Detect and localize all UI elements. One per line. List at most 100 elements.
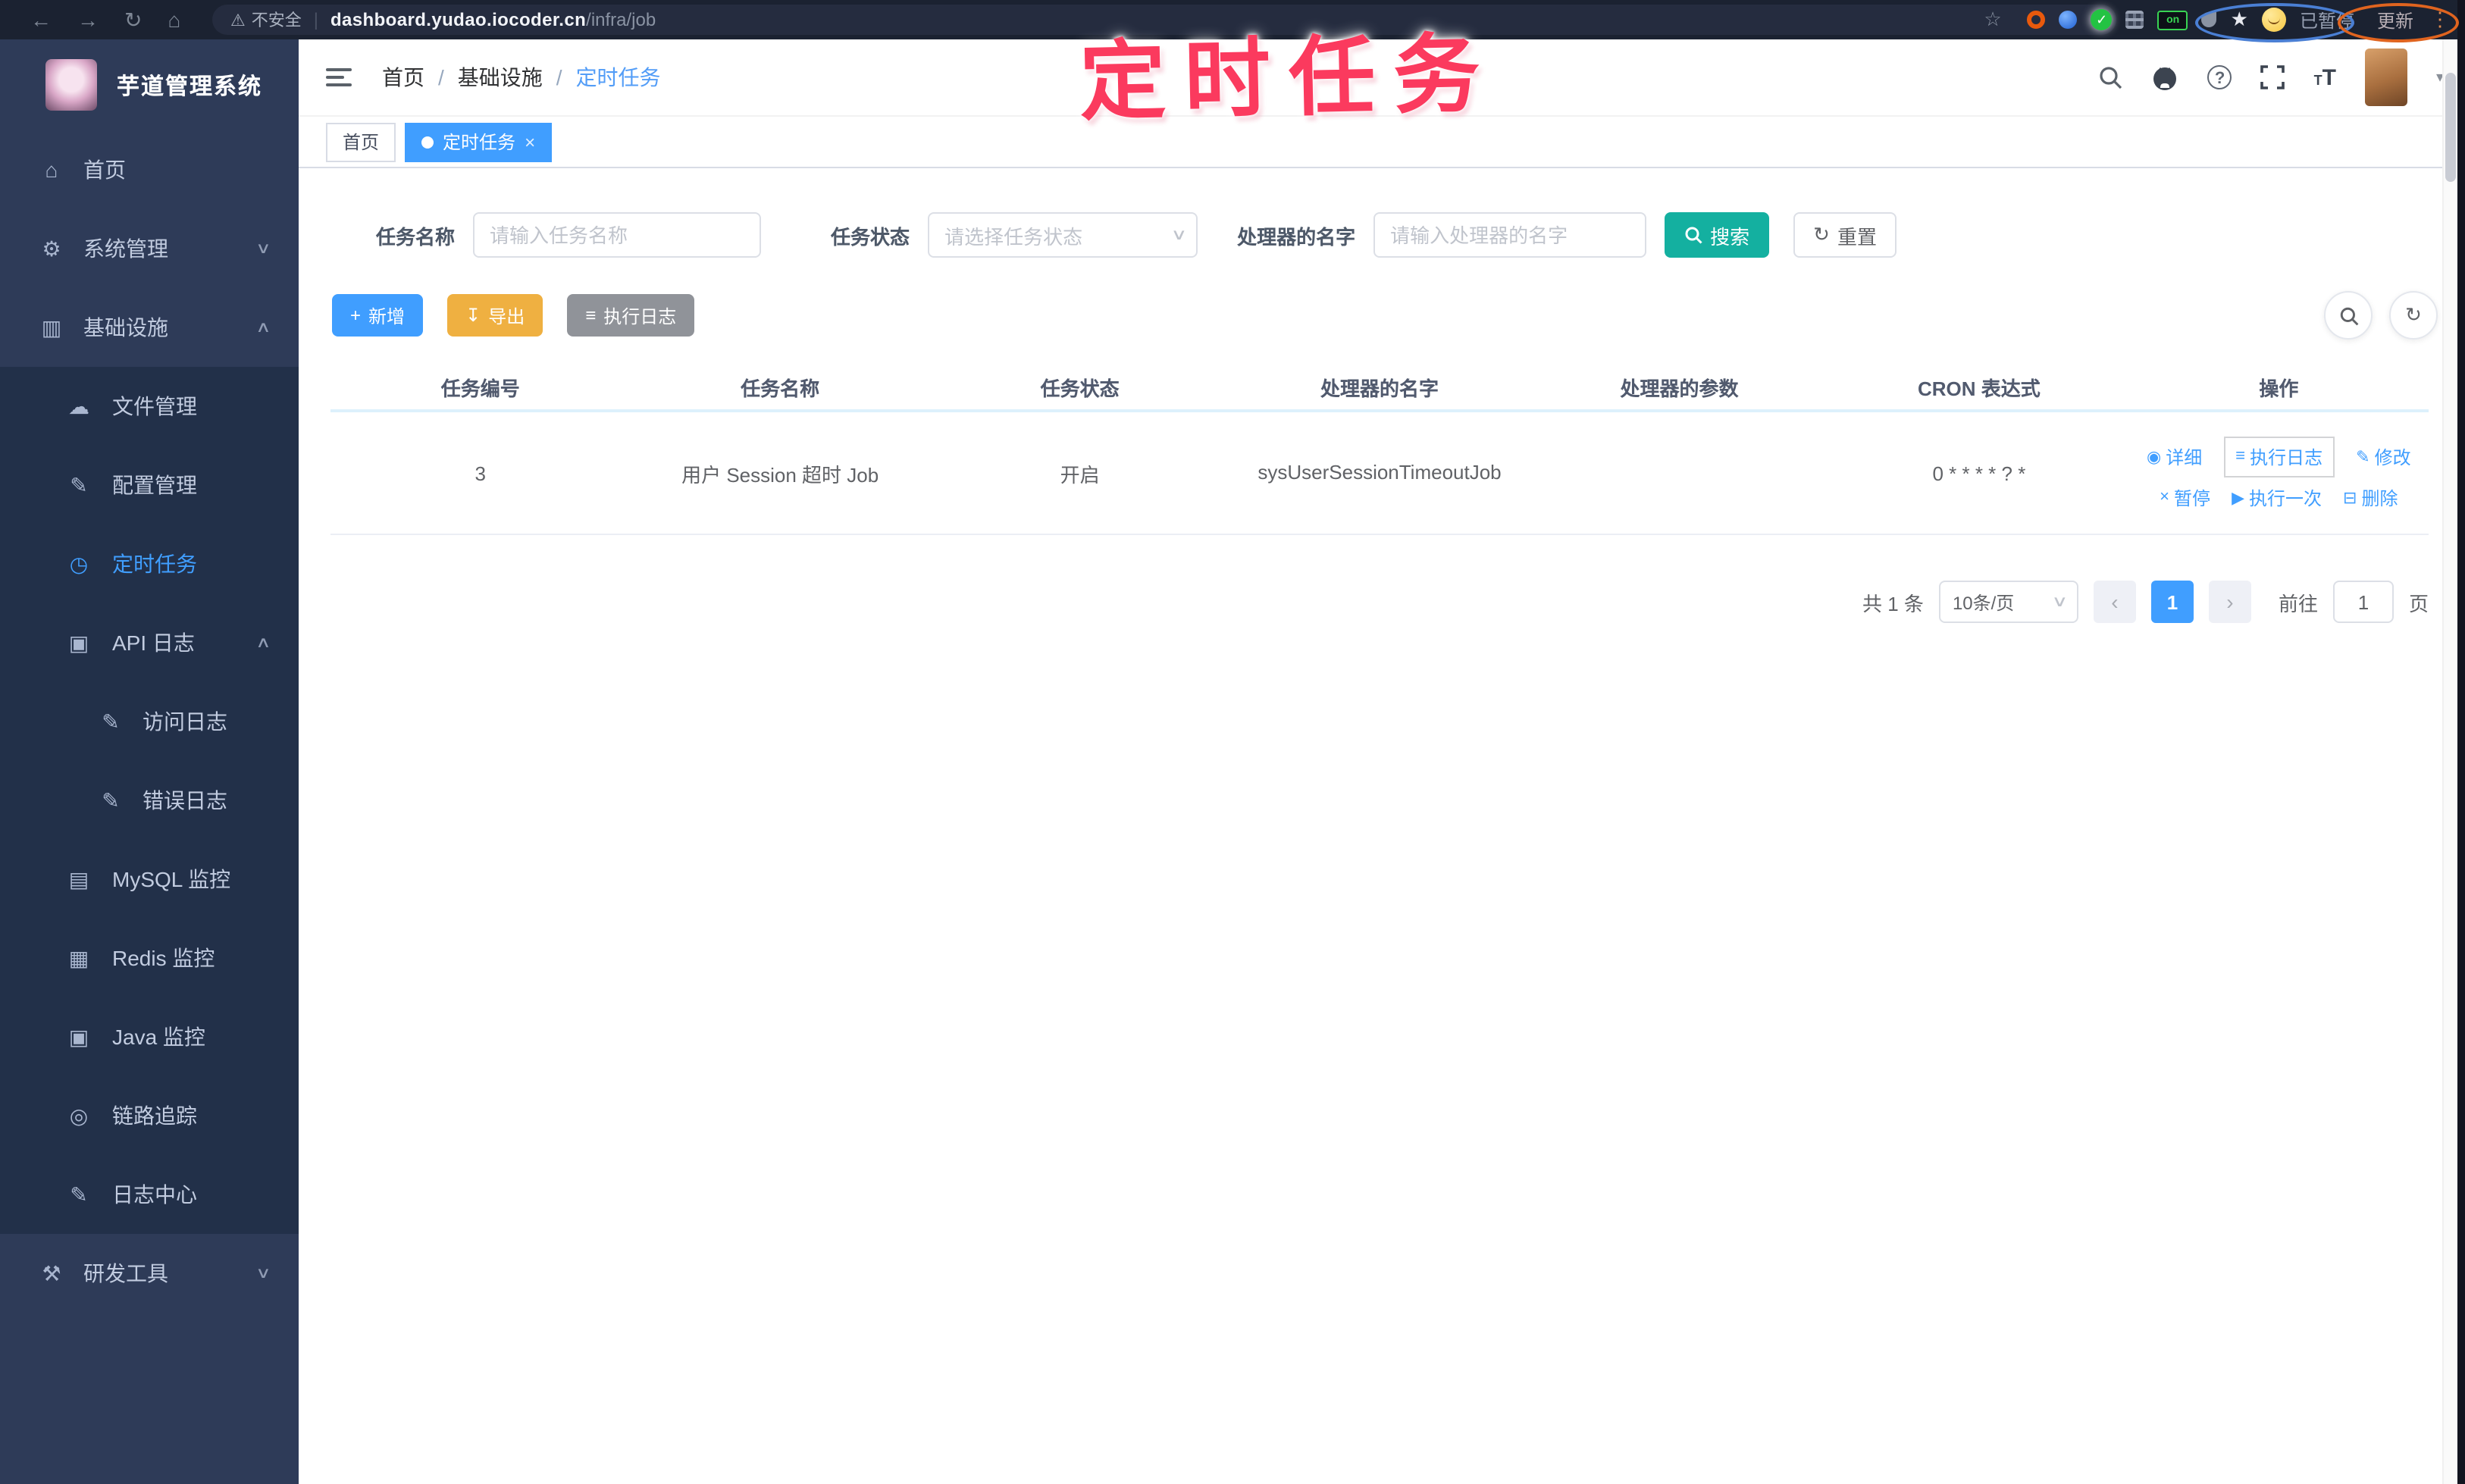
sidebar-item-mysql-monitor[interactable]: ▤ MySQL 监控	[0, 840, 299, 919]
chevron-up-icon: ∧	[255, 634, 271, 651]
sidebar-item-label: Java 监控	[112, 1025, 205, 1049]
reset-button[interactable]: ↻ 重置	[1793, 212, 1897, 258]
pause-link[interactable]: × 暂停	[2160, 484, 2210, 510]
sidebar-item-infra[interactable]: ▥ 基础设施 ∧	[0, 288, 299, 367]
app-shell: 芋道管理系统 ⌂ 首页 ⚙ 系统管理 ∨ ▥ 基础设施 ∧ ☁ 文件管理 ✎ 配…	[0, 39, 2465, 1484]
sidebar-item-system[interactable]: ⚙ 系统管理 ∨	[0, 209, 299, 288]
breadcrumb: 首页 / 基础设施 / 定时任务	[382, 62, 661, 92]
scrollbar-thumb[interactable]	[2445, 73, 2456, 182]
back-icon[interactable]: ←	[30, 9, 52, 30]
sidebar-item-label: 访问日志	[143, 709, 227, 734]
security-warning[interactable]: ⚠ 不安全	[230, 8, 302, 32]
tab-close-icon[interactable]: ×	[525, 131, 535, 152]
logo-avatar	[45, 59, 97, 111]
execution-log-button[interactable]: ≡ 执行日志	[567, 294, 695, 337]
tab-label: 定时任务	[443, 132, 516, 153]
cell-handler-name: sysUserSessionTimeoutJob	[1258, 460, 1502, 484]
home-icon[interactable]: ⌂	[168, 9, 180, 30]
col-handler-params: 处理器的参数	[1620, 377, 1739, 399]
annotation-title: 定时任务	[1078, 26, 1499, 132]
cell-job-status: 开启	[1060, 463, 1100, 486]
pagination: 共 1 条 10条/页 ∨ ‹ 1 › 前往 页	[299, 581, 2429, 623]
help-icon[interactable]: ?	[2207, 65, 2232, 89]
cell-actions: ◉ 详细 ≡ 执行日志 ✎ 修改 × 暂停 ▶ 执行一次 ⊟ 删除	[2129, 428, 2429, 518]
job-name-input[interactable]	[473, 212, 762, 258]
export-button[interactable]: ↧ 导出	[447, 294, 543, 337]
add-button[interactable]: + 新增	[332, 294, 424, 337]
plus-icon: +	[350, 305, 362, 326]
row-execution-log-link[interactable]: ≡ 执行日志	[2223, 436, 2335, 477]
toggle-search-button[interactable]	[2324, 291, 2373, 340]
extension-on-badge[interactable]: on	[2157, 10, 2188, 30]
sidebar-item-scheduled-job[interactable]: ◷ 定时任务	[0, 524, 299, 603]
next-page-button[interactable]: ›	[2208, 581, 2251, 623]
forward-icon[interactable]: →	[77, 9, 99, 30]
extension-orange-icon[interactable]	[2027, 11, 2046, 29]
sidebar-item-home[interactable]: ⌂ 首页	[0, 130, 299, 209]
col-job-status: 任务状态	[1040, 377, 1120, 399]
avatar[interactable]	[2364, 49, 2407, 106]
prev-page-button[interactable]: ‹	[2093, 581, 2136, 623]
edit-icon: ✎	[70, 472, 88, 496]
sidebar: 芋道管理系统 ⌂ 首页 ⚙ 系统管理 ∨ ▥ 基础设施 ∧ ☁ 文件管理 ✎ 配…	[0, 39, 299, 1484]
sidebar-item-java-monitor[interactable]: ▣ Java 监控	[0, 997, 299, 1076]
github-icon[interactable]	[2152, 64, 2179, 90]
extension-green-check-icon[interactable]: ✓	[2091, 9, 2113, 30]
page-size-select[interactable]: 10条/页 ∨	[1938, 581, 2078, 623]
active-dot	[421, 136, 434, 148]
sidebar-item-file-manage[interactable]: ☁ 文件管理	[0, 367, 299, 446]
table-row: 3 用户 Session 超时 Job 开启 sysUserSessionTim…	[330, 412, 2429, 535]
breadcrumb-infra[interactable]: 基础设施	[458, 62, 543, 92]
sidebar-item-log-center[interactable]: ✎ 日志中心	[0, 1155, 299, 1234]
url-host: dashboard.yudao.iocoder.cn	[330, 9, 587, 30]
detail-link[interactable]: ◉ 详细	[2147, 443, 2202, 469]
fullscreen-icon[interactable]	[2260, 65, 2285, 89]
breadcrumb-separator: /	[438, 65, 444, 89]
run-once-link[interactable]: ▶ 执行一次	[2232, 484, 2322, 510]
sidebar-toggle-icon[interactable]	[326, 68, 352, 86]
tab-scheduled-job[interactable]: 定时任务 ×	[405, 122, 553, 161]
table-header: 任务编号 任务名称 任务状态 处理器的名字 处理器的参数 CRON 表达式 操作	[330, 364, 2429, 409]
annotation-circle-update	[2338, 3, 2459, 42]
select-placeholder: 请选择任务状态	[944, 225, 1083, 248]
reload-icon[interactable]: ↻	[124, 9, 142, 30]
sidebar-item-error-log[interactable]: ✎ 错误日志	[0, 761, 299, 840]
extension-blue-icon[interactable]	[2059, 11, 2078, 29]
add-button-label: 新增	[368, 305, 406, 327]
col-actions: 操作	[2259, 377, 2299, 399]
sidebar-item-label: 日志中心	[112, 1182, 197, 1207]
job-status-select[interactable]: 请选择任务状态 ∨	[928, 212, 1198, 258]
error-log-icon: ✎	[102, 787, 120, 812]
table-tools: ↻	[2324, 291, 2438, 340]
tab-home[interactable]: 首页	[326, 122, 396, 161]
annotation-circle-paused	[2195, 3, 2354, 42]
sidebar-item-redis-monitor[interactable]: ▦ Redis 监控	[0, 919, 299, 997]
navbar-actions: ? TT ▾	[2099, 39, 2444, 115]
scrollbar[interactable]	[2442, 39, 2457, 1484]
extension-grid-icon[interactable]	[2125, 11, 2144, 29]
chevron-down-icon: ∨	[255, 240, 271, 257]
breadcrumb-home[interactable]: 首页	[382, 62, 424, 92]
sidebar-item-config-manage[interactable]: ✎ 配置管理	[0, 446, 299, 524]
col-job-name: 任务名称	[741, 377, 820, 399]
warning-icon: ⚠	[230, 11, 246, 30]
sidebar-item-label: Redis 监控	[112, 946, 215, 970]
search-button[interactable]: 搜索	[1665, 212, 1770, 258]
bookmark-star-icon[interactable]: ☆	[1984, 8, 2001, 32]
sidebar-item-access-log[interactable]: ✎ 访问日志	[0, 682, 299, 761]
current-page-button[interactable]: 1	[2150, 581, 2194, 623]
delete-link[interactable]: ⊟ 删除	[2343, 484, 2398, 510]
handler-name-input[interactable]	[1373, 212, 1647, 258]
search-button-label: 搜索	[1710, 225, 1750, 248]
sidebar-item-dev-tools[interactable]: ⚒ 研发工具 ∨	[0, 1234, 299, 1313]
refresh-button[interactable]: ↻	[2389, 291, 2438, 340]
search-icon[interactable]	[2099, 65, 2123, 89]
security-label: 不安全	[251, 12, 302, 30]
font-size-icon[interactable]: TT	[2314, 64, 2336, 90]
goto-page-input[interactable]	[2332, 581, 2394, 623]
edit-link[interactable]: ✎ 修改	[2356, 443, 2410, 469]
sidebar-item-tracing[interactable]: ◎ 链路追踪	[0, 1076, 299, 1155]
sidebar-logo[interactable]: 芋道管理系统	[0, 39, 299, 130]
chevron-down-icon: ∨	[2050, 593, 2068, 610]
sidebar-item-api-log[interactable]: ▣ API 日志 ∧	[0, 603, 299, 682]
